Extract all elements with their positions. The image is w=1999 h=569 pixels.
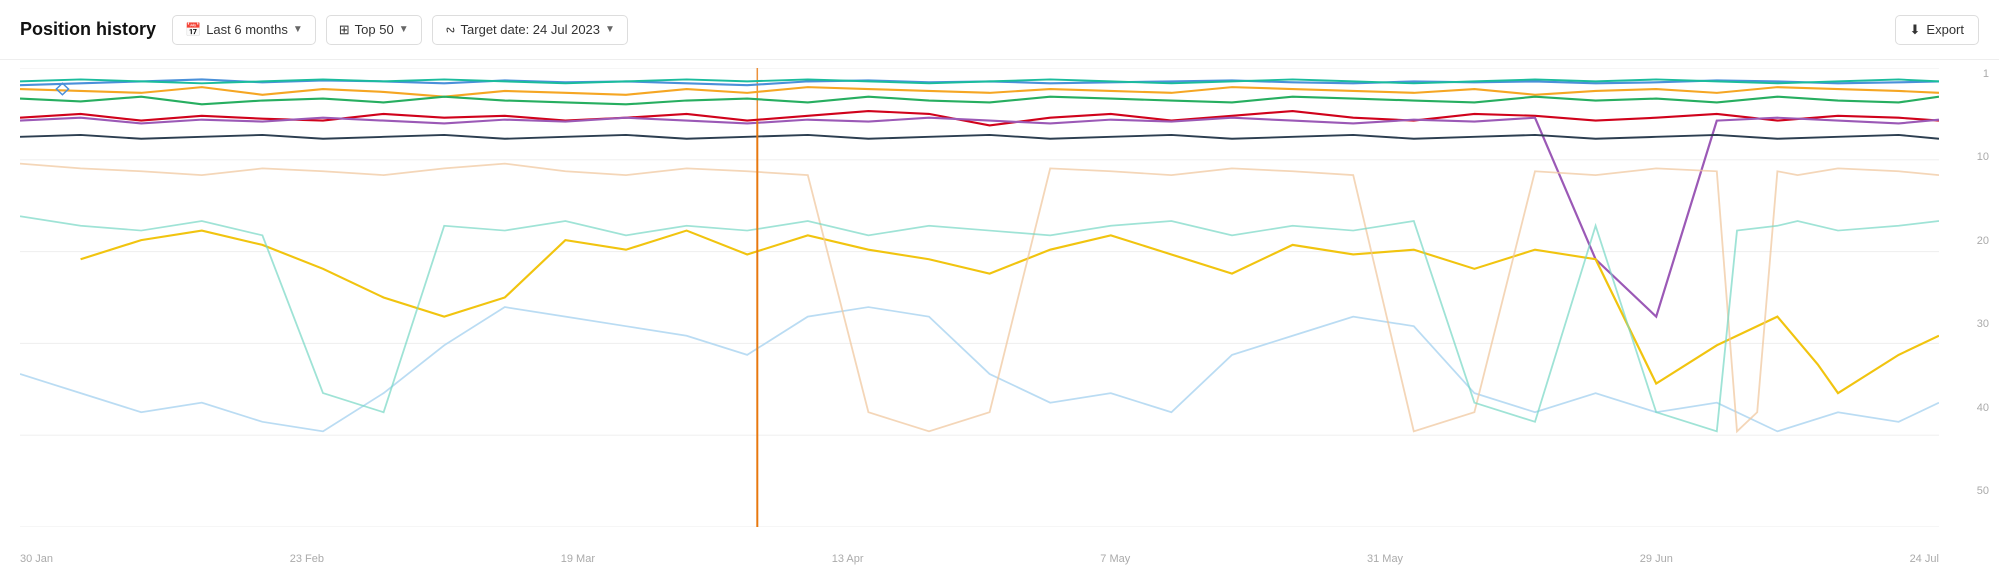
x-label-jan30: 30 Jan (20, 553, 53, 565)
target-date-button[interactable]: ∿ Target date: 24 Jul 2023 ▼ (432, 15, 628, 45)
target-chevron-icon: ▼ (605, 24, 615, 35)
y-axis: 1 10 20 30 40 50 (1944, 68, 1989, 527)
grid-icon: ⊞ (339, 22, 350, 38)
y-label-10: 10 (1944, 151, 1989, 163)
x-label-may31: 31 May (1367, 553, 1403, 565)
export-label: Export (1926, 22, 1964, 37)
x-label-jun29: 29 Jun (1640, 553, 1673, 565)
main-container: Position history 📅 Last 6 months ▼ ⊞ Top… (0, 0, 1999, 569)
period-chevron-icon: ▼ (293, 24, 303, 35)
export-button[interactable]: ⬇ Export (1895, 15, 1979, 45)
top-chevron-icon: ▼ (399, 24, 409, 35)
download-icon: ⬇ (1910, 22, 1921, 38)
y-label-30: 30 (1944, 318, 1989, 330)
top-label: Top 50 (355, 22, 394, 37)
y-label-1: 1 (1944, 68, 1989, 80)
chart-area: 1 10 20 30 40 50 30 Jan 23 Feb 19 Mar 13… (0, 60, 1999, 569)
y-label-20: 20 (1944, 235, 1989, 247)
top-filter-button[interactable]: ⊞ Top 50 ▼ (326, 15, 422, 45)
trend-icon: ∿ (441, 20, 458, 39)
toolbar: Position history 📅 Last 6 months ▼ ⊞ Top… (0, 0, 1999, 60)
x-label-may7: 7 May (1100, 553, 1130, 565)
period-filter-button[interactable]: 📅 Last 6 months ▼ (172, 15, 316, 45)
calendar-icon: 📅 (185, 22, 201, 38)
position-history-chart (20, 68, 1939, 527)
target-date-label: Target date: 24 Jul 2023 (461, 22, 601, 37)
x-label-mar19: 19 Mar (561, 553, 595, 565)
period-label: Last 6 months (206, 22, 288, 37)
page-title: Position history (20, 19, 156, 40)
y-label-50: 50 (1944, 485, 1989, 527)
x-label-feb23: 23 Feb (290, 553, 324, 565)
y-label-40: 40 (1944, 402, 1989, 414)
x-axis: 30 Jan 23 Feb 19 Mar 13 Apr 7 May 31 May… (20, 553, 1939, 565)
x-label-apr13: 13 Apr (832, 553, 864, 565)
x-label-jul24: 24 Jul (1910, 553, 1939, 565)
